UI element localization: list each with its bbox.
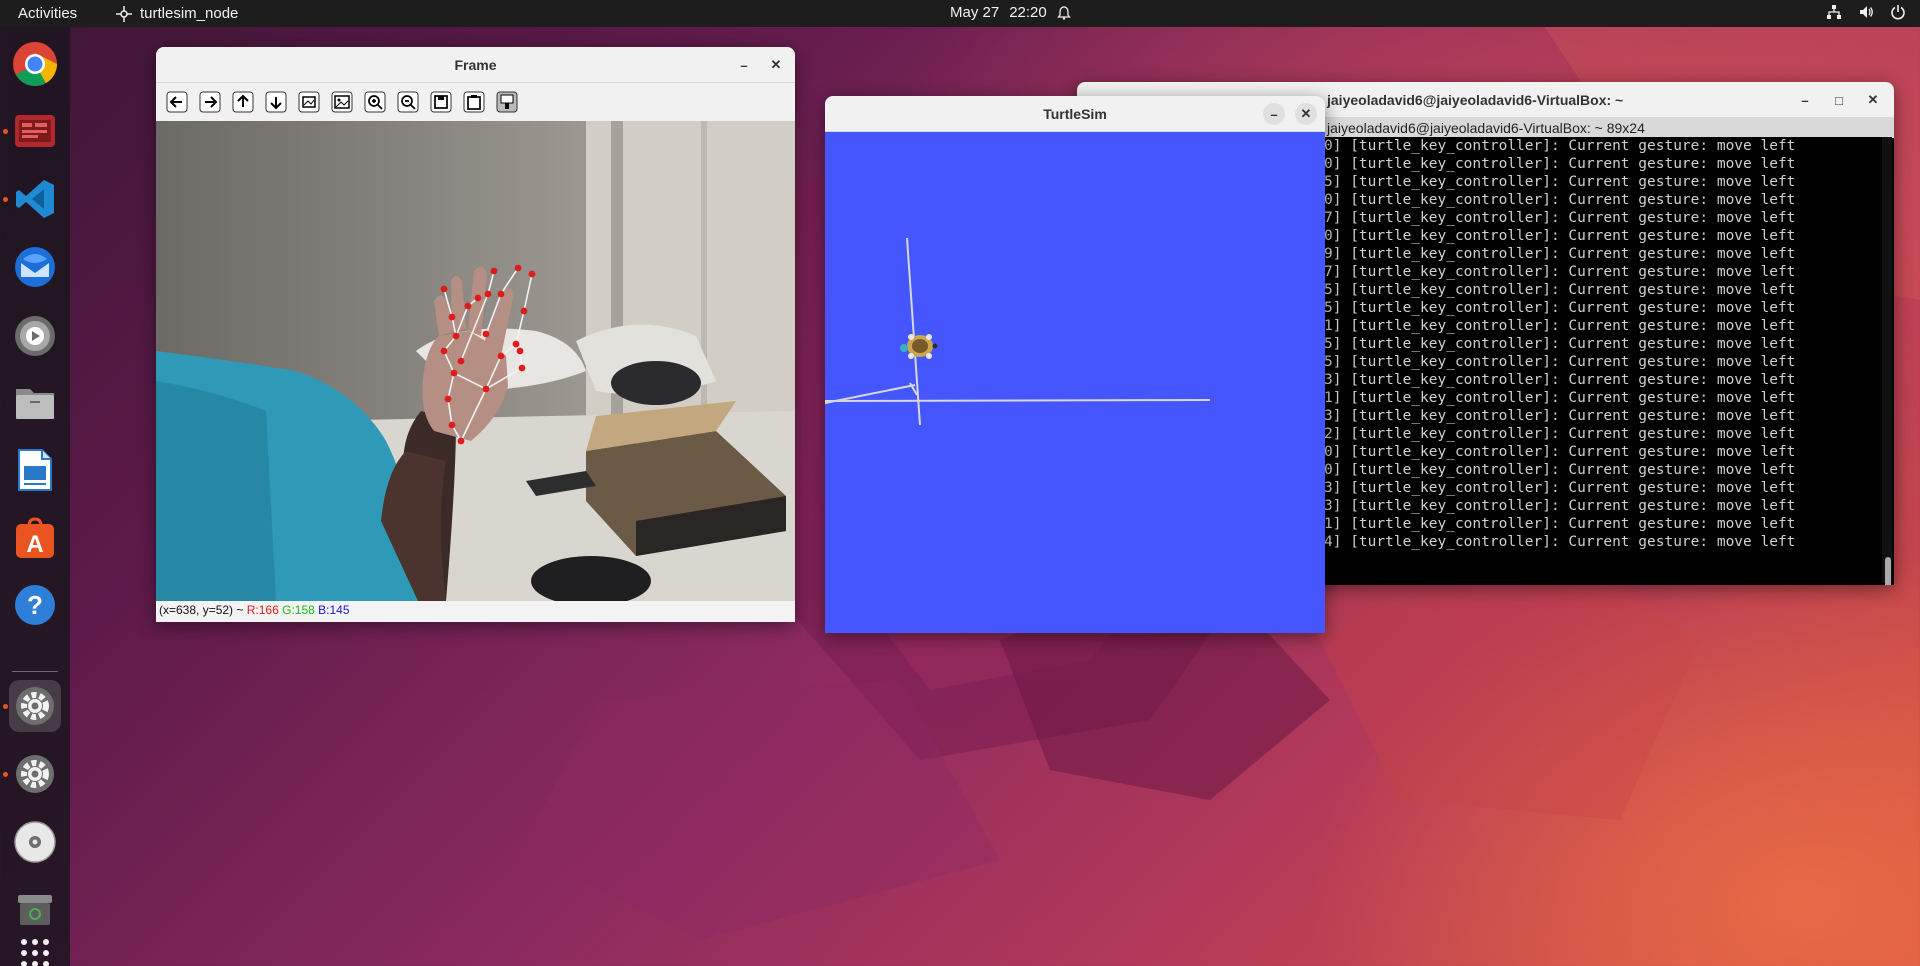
- dock-item-help[interactable]: ?: [9, 579, 61, 631]
- dock-item-files[interactable]: [9, 377, 61, 429]
- notification-bell-icon: [1056, 5, 1071, 20]
- save-button[interactable]: [427, 88, 455, 116]
- minimize-button[interactable]: –: [1794, 89, 1816, 111]
- clock[interactable]: May 27 22:20: [950, 4, 1071, 21]
- terminal-app-icon: [15, 115, 55, 147]
- show-apps-icon: [21, 939, 49, 966]
- running-indicator: [3, 704, 8, 709]
- pan-left-button[interactable]: [163, 88, 191, 116]
- turtlesim-canvas[interactable]: [825, 133, 1325, 633]
- svg-text:A: A: [26, 531, 43, 558]
- zoom-original-button[interactable]: [328, 88, 356, 116]
- dock-item-chrome[interactable]: [9, 38, 61, 90]
- dock-item-show-apps[interactable]: [9, 927, 61, 966]
- chrome-icon: [13, 42, 57, 86]
- frame-titlebar[interactable]: Frame – ✕: [156, 47, 795, 83]
- zoom-out-button[interactable]: [394, 88, 422, 116]
- turtlesim-titlebar[interactable]: TurtleSim – ✕: [825, 96, 1325, 132]
- dock-item-vscode[interactable]: [3, 173, 61, 225]
- turtlesim-app-icon: [116, 5, 132, 22]
- thunderbird-icon: [15, 247, 55, 287]
- files-icon: [16, 389, 54, 419]
- window-title: jaiyeoladavid6@jaiyeoladavid6-VirtualBox…: [1327, 91, 1624, 108]
- clipboard-icon: [463, 91, 485, 113]
- settings-icon-2: [16, 755, 54, 793]
- dock-item-settings-2[interactable]: [3, 748, 61, 800]
- properties-button[interactable]: [493, 88, 521, 116]
- dock-item-writer[interactable]: [9, 444, 61, 496]
- dock-item-rhythmbox[interactable]: [9, 310, 61, 362]
- window-title: TurtleSim: [1043, 105, 1107, 122]
- image-fit-icon: [298, 91, 320, 113]
- running-indicator: [3, 772, 8, 777]
- close-button[interactable]: ✕: [1862, 89, 1884, 111]
- save-icon: [430, 91, 452, 113]
- green-value: G:158: [282, 603, 315, 617]
- copy-button[interactable]: [460, 88, 488, 116]
- time: 22:20: [1009, 4, 1047, 21]
- turtle-icon: [900, 334, 938, 359]
- trash-icon: [18, 895, 52, 925]
- maximize-button[interactable]: □: [1828, 89, 1850, 111]
- red-value: R:166: [246, 603, 279, 617]
- terminal-scrollbar[interactable]: [1882, 137, 1892, 583]
- camera-image: [156, 121, 795, 601]
- dock-item-app-center[interactable]: A: [9, 512, 61, 564]
- pan-down-button[interactable]: [262, 88, 290, 116]
- top-bar: Activities turtlesim_node May 27 22:20: [0, 0, 1920, 27]
- arrow-down-icon: [265, 91, 287, 113]
- minimize-button[interactable]: –: [733, 54, 755, 76]
- running-indicator: [3, 129, 8, 134]
- pan-right-button[interactable]: [196, 88, 224, 116]
- arrow-left-icon: [166, 91, 188, 113]
- turtle-path: [825, 237, 1211, 426]
- turtlesim-window[interactable]: TurtleSim – ✕: [825, 96, 1325, 633]
- zoom-in-button[interactable]: [361, 88, 389, 116]
- dock-item-thunderbird[interactable]: [9, 241, 61, 293]
- running-indicator: [3, 197, 8, 202]
- dock-item-disc[interactable]: [9, 816, 61, 868]
- window-title: Frame: [454, 56, 497, 73]
- scrollbar-thumb[interactable]: [1885, 557, 1891, 585]
- app-name: turtlesim_node: [140, 5, 239, 22]
- svg-text:?: ?: [27, 590, 43, 620]
- cursor-position: (x=638, y=52) ~: [159, 603, 247, 617]
- activities-button[interactable]: Activities: [18, 5, 77, 22]
- close-button[interactable]: ✕: [1295, 103, 1317, 125]
- zoom-fit-button[interactable]: [295, 88, 323, 116]
- dock-item-terminal-app[interactable]: [3, 105, 61, 157]
- minimize-button[interactable]: –: [1263, 103, 1285, 125]
- power-icon: [1891, 5, 1905, 20]
- zoom-in-icon: [364, 91, 386, 113]
- date: May 27: [950, 4, 1000, 21]
- pixel-status-bar: (x=638, y=52) ~ R:166 G:158 B:145: [156, 601, 795, 620]
- network-icon: [1827, 5, 1841, 19]
- app-menu[interactable]: turtlesim_node: [116, 5, 238, 22]
- settings-icon: [16, 687, 54, 725]
- zoom-out-icon: [397, 91, 419, 113]
- dock-item-settings[interactable]: [3, 680, 61, 732]
- volume-icon: [1860, 6, 1873, 18]
- libreoffice-writer-icon: [18, 449, 52, 491]
- blue-value: B:145: [318, 603, 350, 617]
- camera-feed[interactable]: [156, 121, 795, 601]
- frame-window[interactable]: Frame – ✕ (x=638, y=52) ~ R:166 G:158 B:…: [156, 47, 795, 622]
- arrow-up-icon: [232, 91, 254, 113]
- rhythmbox-icon: [15, 316, 55, 356]
- dock: A ?: [0, 27, 70, 966]
- properties-icon: [496, 91, 518, 113]
- vscode-icon: [16, 180, 54, 218]
- help-icon: ?: [15, 585, 55, 625]
- pan-up-button[interactable]: [229, 88, 257, 116]
- arrow-right-icon: [199, 91, 221, 113]
- close-button[interactable]: ✕: [765, 54, 787, 76]
- system-status[interactable]: [1826, 4, 1906, 20]
- image-original-icon: [331, 91, 353, 113]
- dock-separator: [12, 671, 58, 672]
- disc-icon: [14, 821, 56, 863]
- frame-toolbar: [156, 83, 795, 121]
- app-center-icon: A: [16, 517, 54, 558]
